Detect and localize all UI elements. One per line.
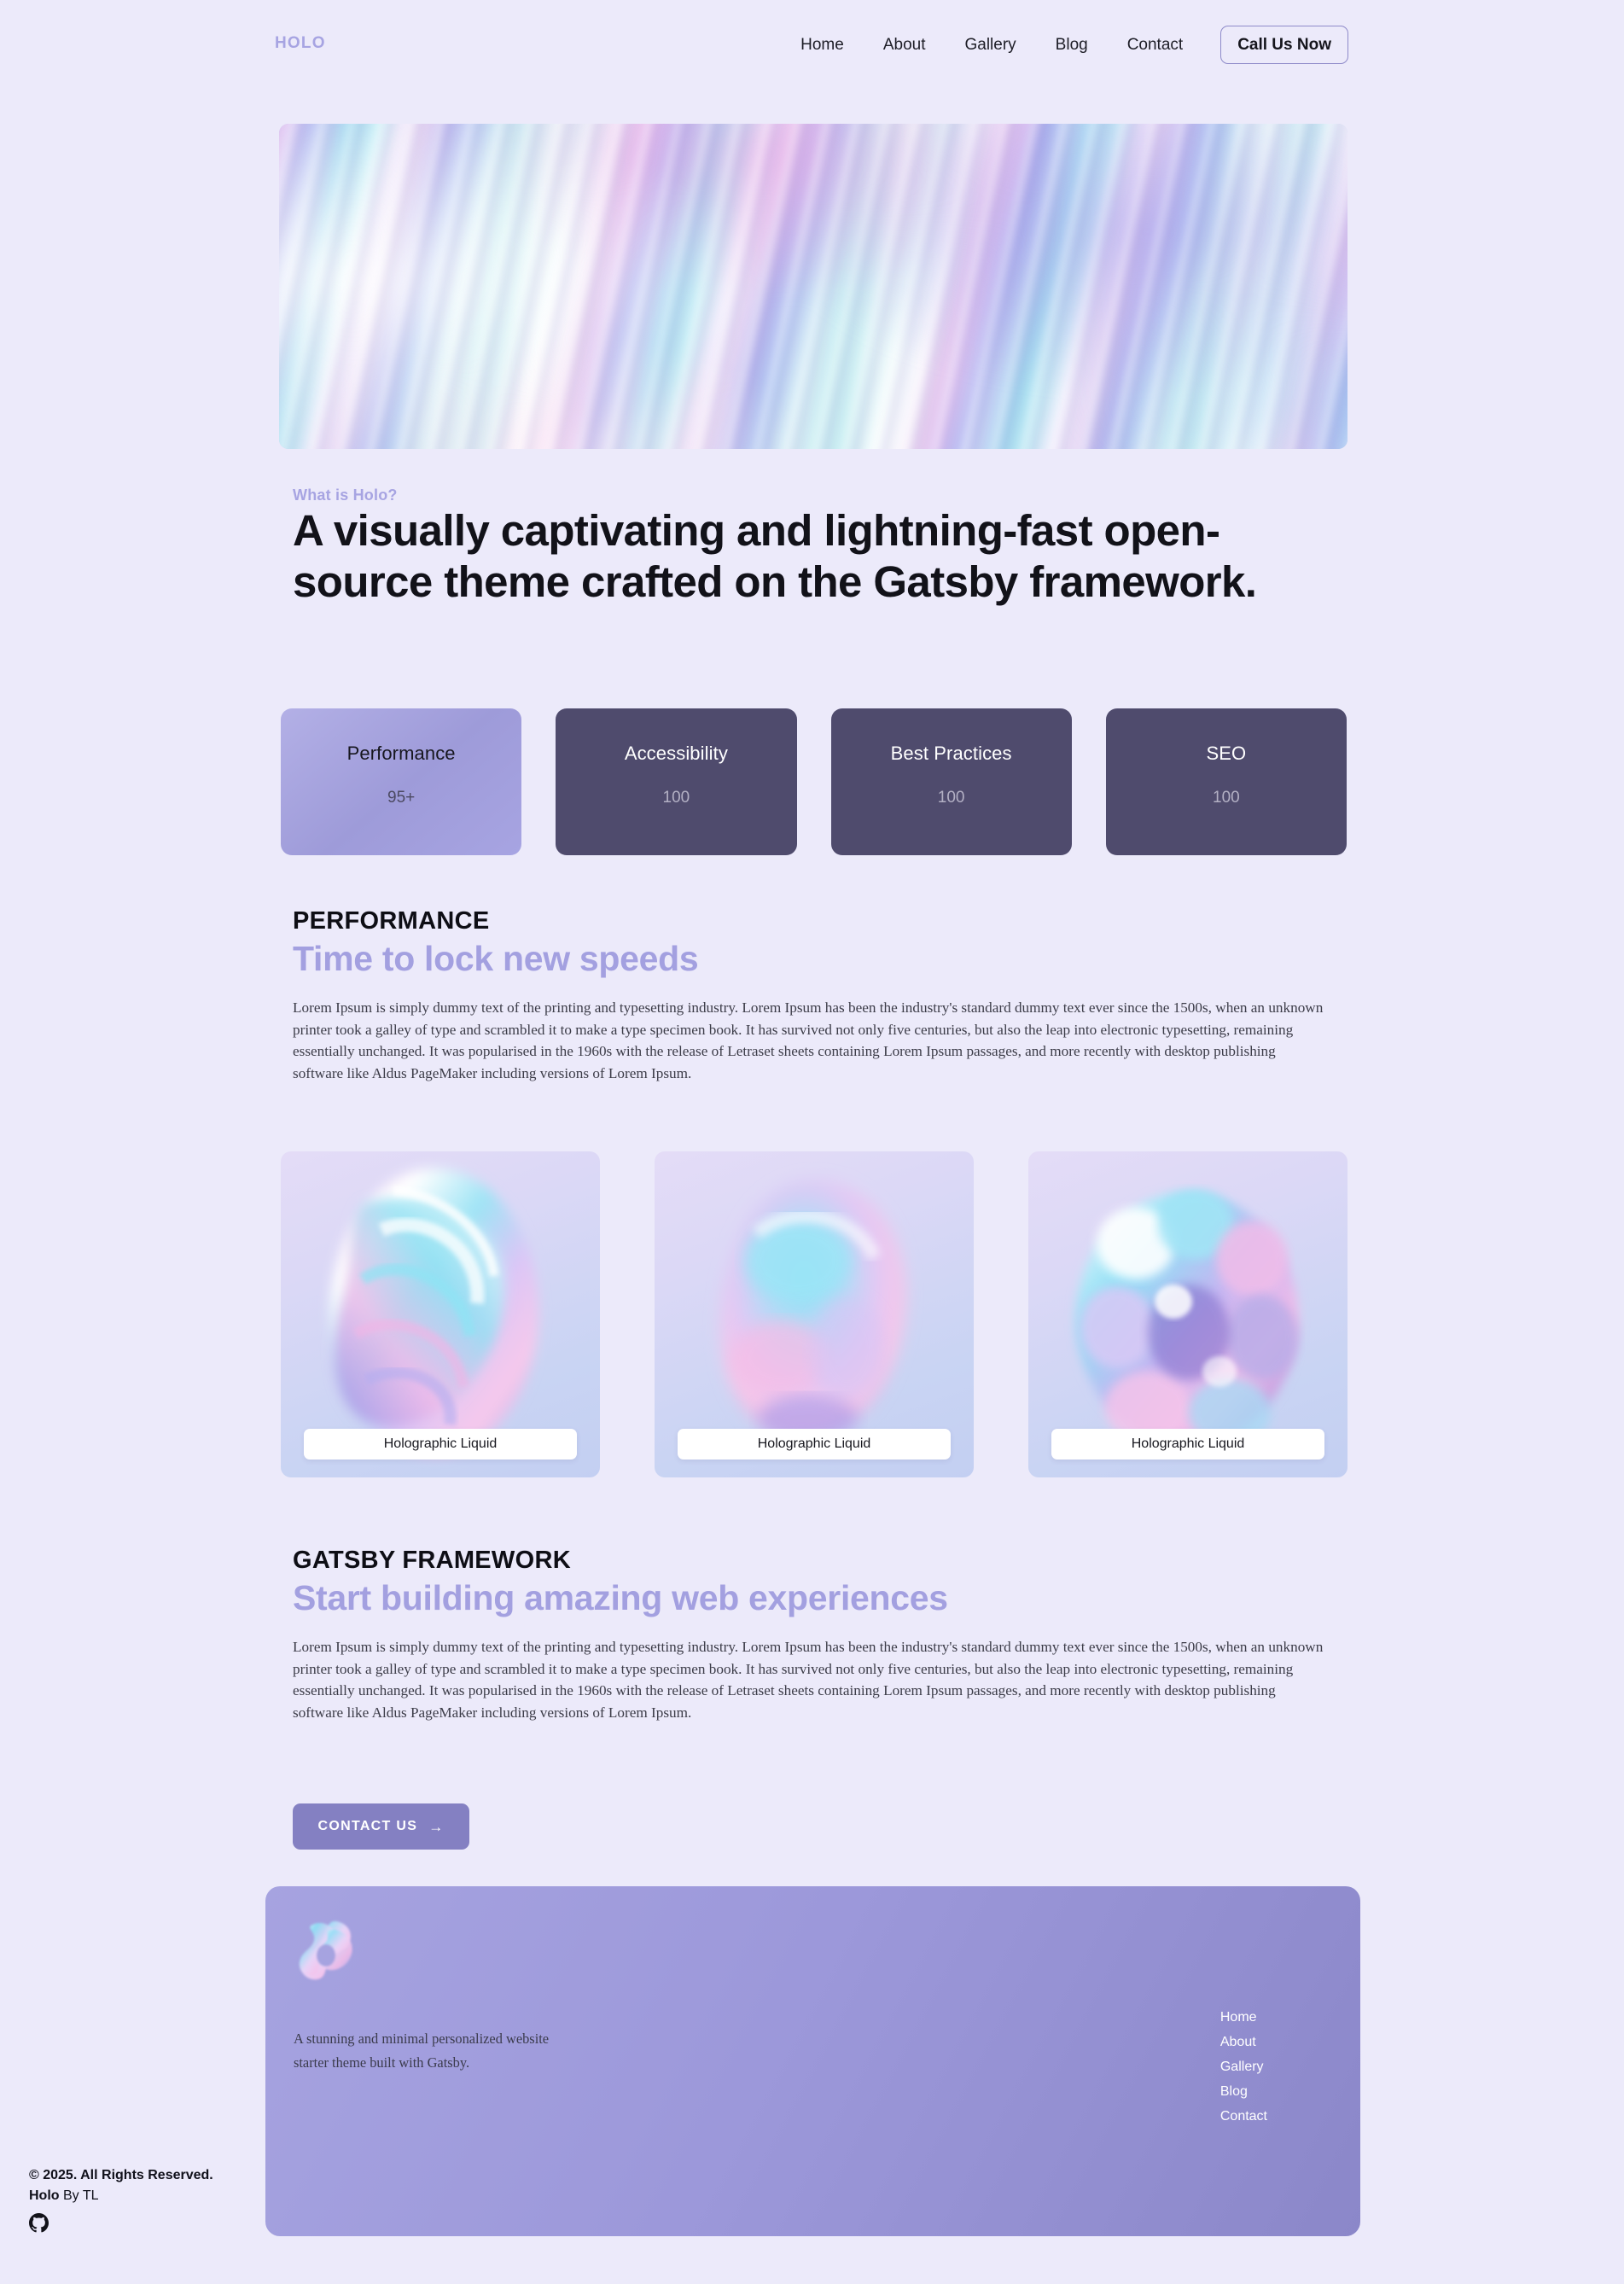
metric-value: 100 <box>662 789 690 807</box>
contact-us-button[interactable]: CONTACT US → <box>293 1803 469 1850</box>
gallery-card-2[interactable]: Holographic Liquid <box>655 1151 974 1477</box>
call-us-now-button[interactable]: Call Us Now <box>1220 26 1348 64</box>
metric-label: SEO <box>1206 743 1247 764</box>
metric-card-best-practices[interactable]: Best Practices 100 <box>830 708 1072 855</box>
byline: Holo By TL <box>29 2186 213 2206</box>
intro-eyebrow: What is Holo? <box>293 487 398 504</box>
metric-card-performance[interactable]: Performance 95+ <box>281 708 522 855</box>
hero-gradient-fibers <box>279 124 1348 449</box>
gallery-card-1[interactable]: Holographic Liquid <box>281 1151 600 1477</box>
performance-section: PERFORMANCE Time to lock new speeds Lore… <box>293 907 1326 1084</box>
footer-tagline: A stunning and minimal personalized webs… <box>294 2031 550 2071</box>
gallery-card-caption: Holographic Liquid <box>304 1429 577 1460</box>
metrics-row: Performance 95+ Accessibility 100 Best P… <box>281 708 1347 855</box>
nav-link-gallery[interactable]: Gallery <box>945 26 1035 64</box>
metric-label: Performance <box>346 743 456 764</box>
site-header: HOLO Home About Gallery Blog Contact Cal… <box>0 0 1624 89</box>
footer-link-blog[interactable]: Blog <box>1220 2083 1248 2100</box>
nav-link-contact[interactable]: Contact <box>1108 26 1202 64</box>
intro-headline: A visually captivating and lightning-fas… <box>293 506 1257 606</box>
footer-link-gallery[interactable]: Gallery <box>1220 2058 1264 2076</box>
contact-us-label: CONTACT US <box>317 1819 418 1833</box>
arrow-right-icon: → <box>428 1818 445 1835</box>
section-kicker: PERFORMANCE <box>293 907 490 935</box>
metric-label: Accessibility <box>624 743 728 764</box>
brand-logo[interactable]: HOLO <box>275 34 326 53</box>
gallery-row: Holographic Liquid Holographic Liquid Ho… <box>281 1151 1348 1477</box>
section-title: Time to lock new speeds <box>293 939 699 978</box>
footer-legal: © 2025. All Rights Reserved. Holo By TL <box>29 2165 213 2233</box>
page-root: HOLO Home About Gallery Blog Contact Cal… <box>0 0 1624 2284</box>
footer-link-contact[interactable]: Contact <box>1220 2107 1267 2125</box>
byline-rest: By TL <box>59 2188 99 2203</box>
nav-link-home[interactable]: Home <box>781 26 864 64</box>
gatsby-section: GATSBY FRAMEWORK Start building amazing … <box>293 1547 1326 1723</box>
nav-link-blog[interactable]: Blog <box>1036 26 1108 64</box>
metric-card-accessibility[interactable]: Accessibility 100 <box>556 708 797 855</box>
nav-link-about[interactable]: About <box>864 26 946 64</box>
footer-link-home[interactable]: Home <box>1220 2008 1257 2026</box>
metric-card-seo[interactable]: SEO 100 <box>1105 708 1347 855</box>
hero-banner-image <box>279 124 1348 449</box>
metric-label: Best Practices <box>890 743 1012 764</box>
section-title: Start building amazing web experiences <box>293 1578 948 1617</box>
gallery-card-caption: Holographic Liquid <box>1051 1429 1324 1460</box>
gallery-card-caption: Holographic Liquid <box>678 1429 951 1460</box>
footer-nav: Home About Gallery Blog Contact <box>1220 2008 1267 2125</box>
footer-logo-blob-icon <box>290 1914 362 1986</box>
gallery-card-3[interactable]: Holographic Liquid <box>1028 1151 1348 1477</box>
footer-link-about[interactable]: About <box>1220 2033 1256 2051</box>
section-body: Lorem Ipsum is simply dummy text of the … <box>293 1639 1324 1721</box>
metric-value: 100 <box>937 789 965 807</box>
byline-brand: Holo <box>29 2188 60 2203</box>
section-body: Lorem Ipsum is simply dummy text of the … <box>293 999 1324 1081</box>
section-kicker: GATSBY FRAMEWORK <box>293 1547 571 1574</box>
site-footer: A stunning and minimal personalized webs… <box>265 1886 1360 2236</box>
primary-nav: Home About Gallery Blog Contact Call Us … <box>781 26 1348 64</box>
copyright-text: © 2025. All Rights Reserved. <box>29 2168 213 2182</box>
metric-value: 95+ <box>387 789 416 807</box>
github-icon[interactable] <box>29 2213 49 2233</box>
metric-value: 100 <box>1213 789 1240 807</box>
